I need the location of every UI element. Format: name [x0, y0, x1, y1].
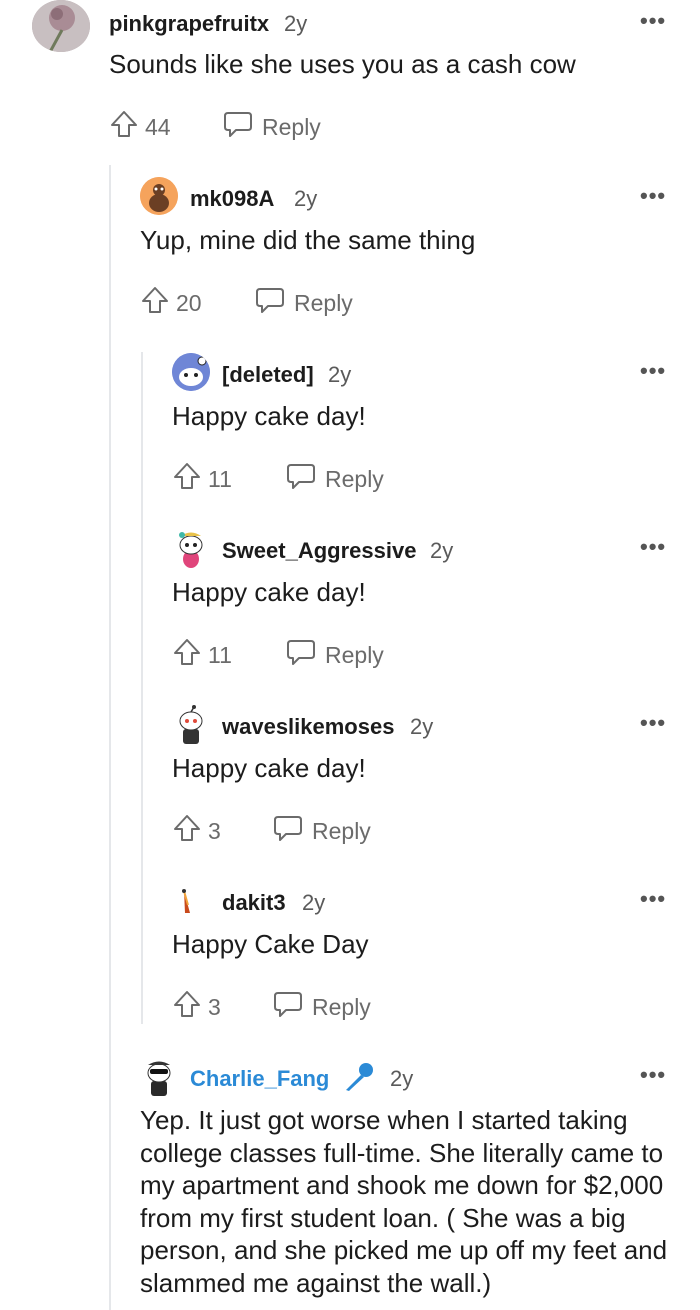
comment-body: Sounds like she uses you as a cash cow [109, 49, 576, 79]
comment-body: Yep. It just got worse when I started ta… [140, 1105, 668, 1298]
timestamp: 2y [390, 1066, 414, 1091]
username[interactable]: waveslikemoses [222, 714, 394, 740]
timestamp: 2y [284, 11, 308, 36]
avatar[interactable] [140, 1057, 178, 1097]
upvote-icon [172, 461, 202, 497]
timestamp: 2y [328, 362, 352, 387]
more-options-icon[interactable]: ••• [640, 358, 666, 384]
upvote-icon [172, 813, 202, 849]
timestamp: 2y [410, 714, 434, 739]
upvote-button[interactable]: 11 [172, 637, 232, 673]
avatar[interactable] [172, 883, 210, 921]
reply-button[interactable]: Reply [222, 109, 321, 145]
vote-count: 3 [208, 993, 221, 1020]
reply-icon [285, 637, 317, 673]
microphone-icon [342, 1060, 376, 1099]
reply-label: Reply [312, 993, 371, 1020]
more-options-icon[interactable]: ••• [640, 886, 666, 912]
more-options-icon[interactable]: ••• [640, 710, 666, 736]
reply-icon [254, 285, 286, 321]
reply-button[interactable]: Reply [254, 285, 353, 321]
upvote-button[interactable]: 11 [172, 461, 232, 497]
timestamp: 2y [302, 890, 326, 915]
comment-body: Yup, mine did the same thing [140, 225, 476, 255]
timestamp: 2y [430, 538, 454, 563]
username[interactable]: Charlie_Fang [190, 1066, 329, 1092]
upvote-button[interactable]: 20 [140, 285, 202, 321]
vote-count: 3 [208, 817, 221, 844]
upvote-button[interactable]: 44 [109, 109, 171, 145]
reply-label: Reply [262, 113, 321, 140]
avatar[interactable] [172, 529, 210, 569]
vote-count: 11 [208, 641, 232, 668]
upvote-icon [172, 637, 202, 673]
reply-label: Reply [325, 641, 384, 668]
reply-button[interactable]: Reply [272, 989, 371, 1025]
upvote-icon [109, 109, 139, 145]
vote-count: 20 [176, 289, 202, 316]
avatar[interactable] [140, 177, 178, 215]
reply-icon [285, 461, 317, 497]
username[interactable]: [deleted] [222, 362, 314, 388]
username[interactable]: pinkgrapefruitx [109, 11, 269, 37]
timestamp: 2y [294, 186, 318, 211]
username[interactable]: Sweet_Aggressive [222, 538, 416, 564]
reply-button[interactable]: Reply [285, 461, 384, 497]
upvote-button[interactable]: 3 [172, 813, 221, 849]
avatar[interactable] [32, 0, 90, 52]
more-options-icon[interactable]: ••• [640, 8, 666, 34]
reply-label: Reply [312, 817, 371, 844]
more-options-icon[interactable]: ••• [640, 1062, 666, 1088]
username[interactable]: dakit3 [222, 890, 286, 916]
reply-button[interactable]: Reply [285, 637, 384, 673]
reply-icon [222, 109, 254, 145]
upvote-icon [172, 989, 202, 1025]
thread-line [109, 165, 111, 1310]
username[interactable]: mk098A [190, 186, 274, 212]
avatar[interactable] [172, 705, 210, 745]
more-options-icon[interactable]: ••• [640, 183, 666, 209]
reply-icon [272, 989, 304, 1025]
more-options-icon[interactable]: ••• [640, 534, 666, 560]
vote-count: 11 [208, 465, 232, 492]
vote-count: 44 [145, 113, 171, 140]
reply-icon [272, 813, 304, 849]
comment-body: Happy Cake Day [172, 929, 369, 959]
reply-button[interactable]: Reply [272, 813, 371, 849]
reply-label: Reply [294, 289, 353, 316]
avatar[interactable] [172, 353, 210, 391]
upvote-button[interactable]: 3 [172, 989, 221, 1025]
upvote-icon [140, 285, 170, 321]
comment-body: Happy cake day! [172, 401, 366, 431]
comment-body: Happy cake day! [172, 753, 366, 783]
reply-label: Reply [325, 465, 384, 492]
thread-line [141, 352, 143, 1024]
comment-body: Happy cake day! [172, 577, 366, 607]
